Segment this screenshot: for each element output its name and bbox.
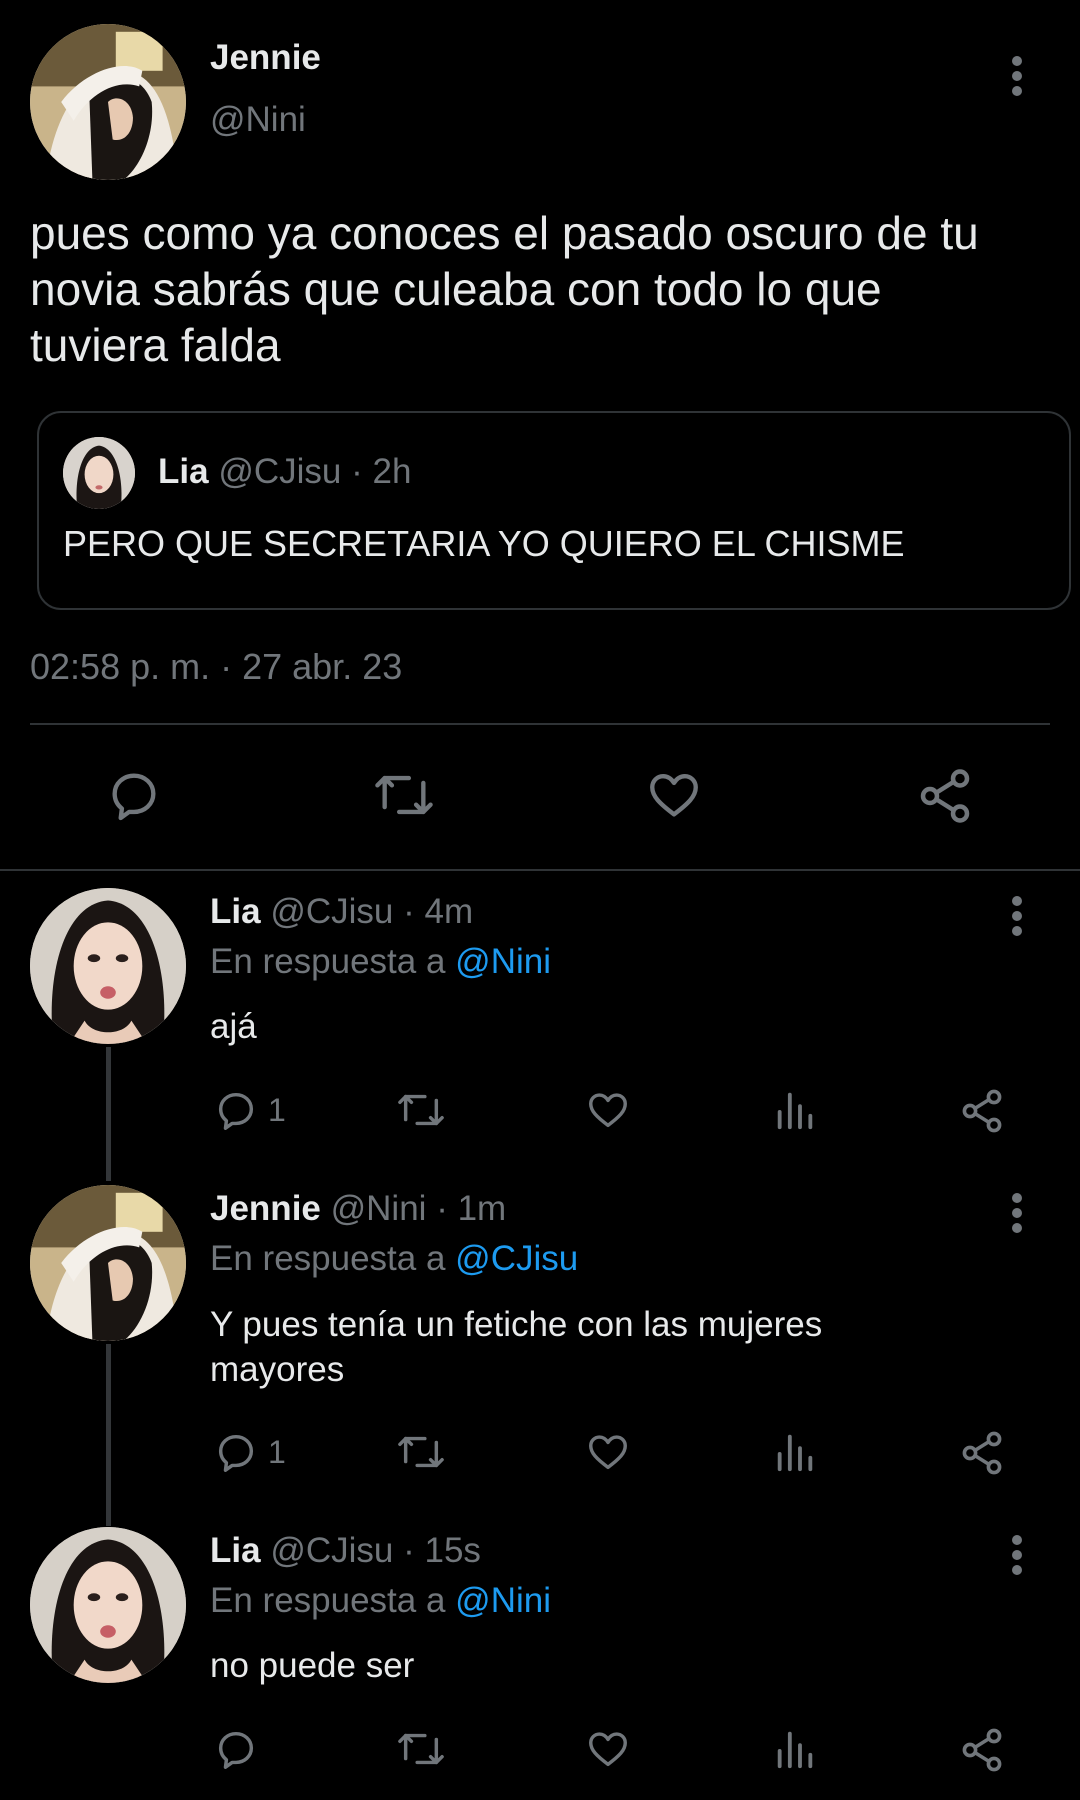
reply-text-line: mayores xyxy=(210,1350,345,1389)
share-icon[interactable] xyxy=(915,766,975,826)
divider xyxy=(30,723,1050,725)
more-options-icon[interactable] xyxy=(1005,1527,1029,1583)
like-icon[interactable] xyxy=(585,1726,631,1772)
retweet-icon[interactable] xyxy=(395,1429,447,1475)
reply-time: · 1m xyxy=(436,1189,507,1228)
lia-avatar[interactable] xyxy=(30,888,186,1044)
reply-icon[interactable] xyxy=(213,1429,259,1475)
like-icon[interactable] xyxy=(585,1087,631,1133)
reply-text-line: Y pues tenía un fetiche con las mujeres xyxy=(210,1305,823,1344)
reply-header: Lia @CJisu · 4m xyxy=(210,892,473,932)
reply-context: En respuesta a @CJisu xyxy=(210,1239,578,1279)
reply-prefix: En respuesta a xyxy=(210,942,446,981)
more-options-icon[interactable] xyxy=(1005,48,1029,104)
reply-icon[interactable] xyxy=(213,1087,259,1133)
reply-count: 1 xyxy=(268,1434,286,1470)
quote-time: · 2h xyxy=(351,452,412,491)
share-icon[interactable] xyxy=(958,1087,1006,1135)
views-icon[interactable] xyxy=(772,1429,818,1475)
reply-to-link[interactable]: @CJisu xyxy=(455,1239,578,1278)
quote-author-handle: @CJisu xyxy=(218,452,342,491)
views-icon[interactable] xyxy=(772,1087,818,1133)
share-icon[interactable] xyxy=(958,1726,1006,1774)
thread-connector xyxy=(106,1047,111,1181)
reply-text: ajá xyxy=(210,1007,257,1046)
reply-text: no puede ser xyxy=(210,1646,415,1685)
more-options-icon[interactable] xyxy=(1005,1185,1029,1241)
author-name[interactable]: Jennie xyxy=(210,38,321,78)
reply-context: En respuesta a @Nini xyxy=(210,1581,551,1621)
reply-author-handle[interactable]: @CJisu xyxy=(270,1531,393,1570)
reply-count: 1 xyxy=(268,1092,286,1128)
reply-to-link[interactable]: @Nini xyxy=(455,1581,551,1620)
lia-quote-avatar xyxy=(63,437,135,509)
reply-prefix: En respuesta a xyxy=(210,1239,446,1278)
author-handle[interactable]: @Nini xyxy=(210,100,306,140)
quoted-tweet[interactable] xyxy=(37,411,1071,610)
lia-avatar[interactable] xyxy=(30,1527,186,1683)
reply-author-handle[interactable]: @Nini xyxy=(331,1189,427,1228)
reply-header: Lia @CJisu · 15s xyxy=(210,1531,481,1571)
like-icon[interactable] xyxy=(585,1429,631,1475)
reply-time: · 4m xyxy=(403,892,474,931)
retweet-icon[interactable] xyxy=(372,766,436,824)
reply-time: · 15s xyxy=(403,1531,481,1570)
tweet-text-line: novia sabrás que culeaba con todo lo que xyxy=(30,263,882,315)
reply-author-handle[interactable]: @CJisu xyxy=(270,892,393,931)
more-options-icon[interactable] xyxy=(1005,888,1029,944)
jennie-avatar[interactable] xyxy=(30,24,186,180)
reply-prefix: En respuesta a xyxy=(210,1581,446,1620)
like-icon[interactable] xyxy=(645,766,703,824)
views-icon[interactable] xyxy=(772,1726,818,1772)
reply-author-name[interactable]: Jennie xyxy=(210,1189,321,1228)
section-divider xyxy=(0,869,1080,871)
tweet-timestamp[interactable]: 02:58 p. m. · 27 abr. 23 xyxy=(30,646,402,688)
share-icon[interactable] xyxy=(958,1429,1006,1477)
jennie-avatar[interactable] xyxy=(30,1185,186,1341)
quote-header: Lia @CJisu · 2h xyxy=(158,452,411,492)
reply-icon[interactable] xyxy=(213,1726,259,1772)
reply-icon[interactable] xyxy=(105,766,163,824)
tweet-text-line: pues como ya conoces el pasado oscuro de… xyxy=(30,207,979,259)
retweet-icon[interactable] xyxy=(395,1087,447,1133)
reply-context: En respuesta a @Nini xyxy=(210,942,551,982)
reply-to-link[interactable]: @Nini xyxy=(455,942,551,981)
tweet-text-line: tuviera falda xyxy=(30,319,281,371)
reply-author-name[interactable]: Lia xyxy=(210,892,261,931)
quote-author-name: Lia xyxy=(158,452,209,491)
reply-header: Jennie @Nini · 1m xyxy=(210,1189,506,1229)
thread-connector xyxy=(106,1344,111,1526)
reply-text: Y pues tenía un fetiche con las mujeres … xyxy=(210,1302,822,1392)
retweet-icon[interactable] xyxy=(395,1726,447,1772)
tweet-text: pues como ya conoces el pasado oscuro de… xyxy=(30,205,1060,373)
quote-text: PERO QUE SECRETARIA YO QUIERO EL CHISME xyxy=(63,523,905,564)
reply-author-name[interactable]: Lia xyxy=(210,1531,261,1570)
